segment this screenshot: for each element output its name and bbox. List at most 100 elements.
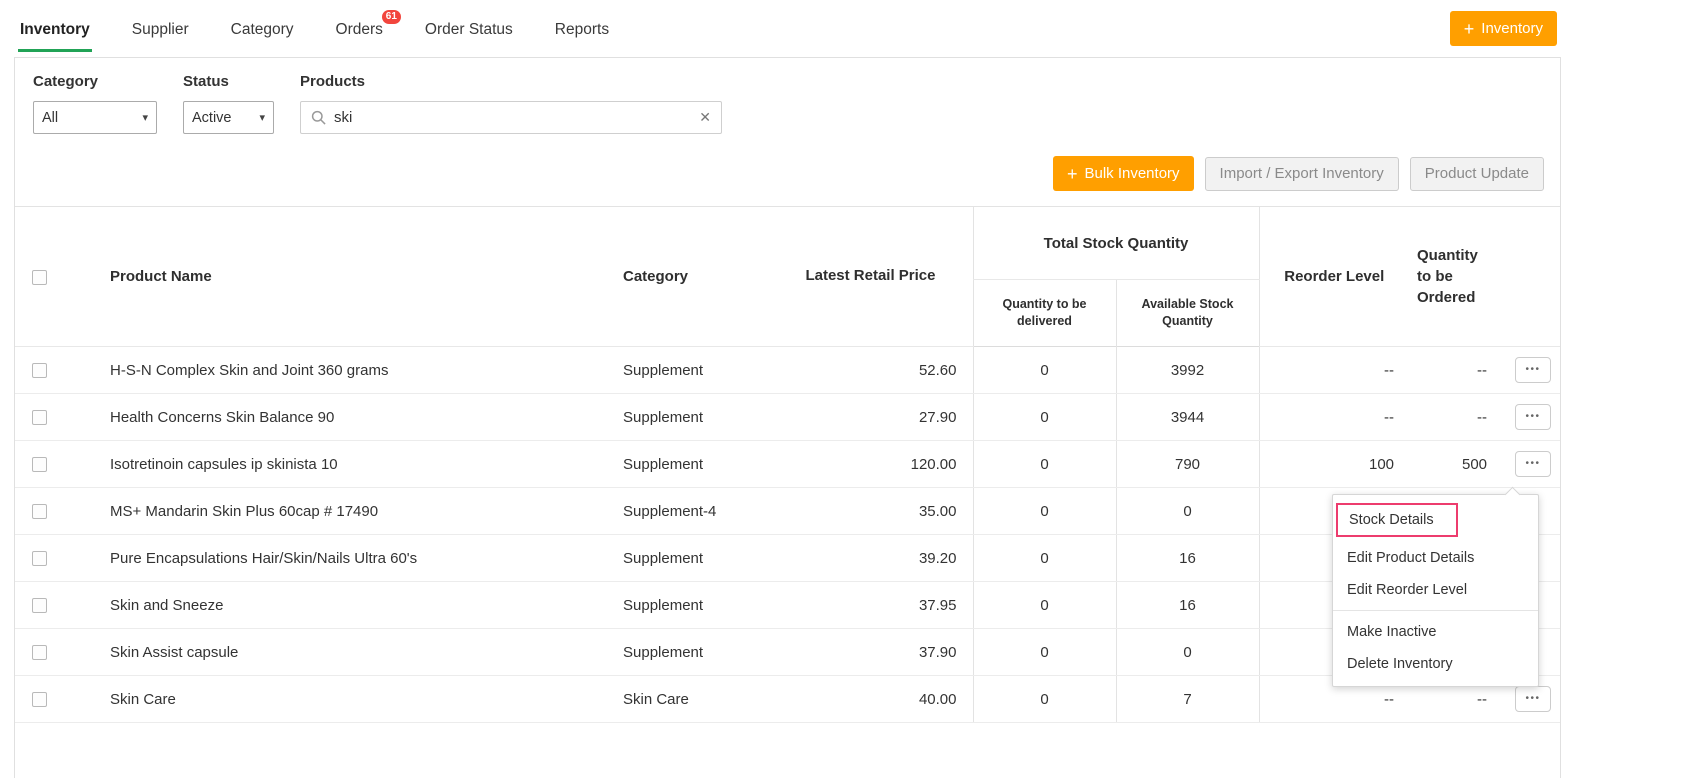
row-actions-button[interactable]: •••	[1515, 686, 1552, 712]
available-stock-cell: 3992	[1115, 346, 1260, 394]
product-update-button[interactable]: Product Update	[1409, 156, 1544, 191]
row-checkbox[interactable]	[31, 410, 47, 426]
tab-order-status[interactable]: Order Status	[423, 5, 515, 52]
select-all-checkbox[interactable]	[31, 269, 47, 285]
tab-label: Orders	[335, 21, 383, 38]
qty-ordered-cell: --	[1409, 393, 1507, 441]
table-row[interactable]: Skin Assist capsule Supplement 37.90 0 0	[15, 628, 1561, 676]
available-stock-cell: 0	[1115, 628, 1260, 676]
tab-orders[interactable]: Orders 61	[334, 5, 401, 52]
tab-reports[interactable]: Reports	[553, 5, 611, 52]
add-inventory-button[interactable]: + Inventory	[1449, 11, 1557, 46]
qty-delivered-cell: 0	[972, 440, 1116, 488]
row-checkbox[interactable]	[31, 457, 47, 473]
tab-label: Supplier	[131, 21, 189, 38]
product-name-cell: Skin Care	[63, 675, 615, 723]
table-row[interactable]: Skin and Sneeze Supplement 37.95 0 16	[15, 581, 1561, 629]
category-cell: Supplement-4	[615, 487, 785, 535]
price-cell: 37.90	[785, 628, 973, 676]
reorder-level-cell: --	[1258, 346, 1410, 394]
row-checkbox[interactable]	[31, 551, 47, 567]
price-cell: 120.00	[785, 440, 973, 488]
tab-supplier[interactable]: Supplier	[130, 5, 191, 52]
plus-icon: +	[1463, 18, 1475, 39]
status-filter-value: Active	[192, 109, 232, 126]
menu-item-make-inactive[interactable]: Make Inactive	[1333, 616, 1538, 648]
add-inventory-label: Inventory	[1481, 20, 1543, 37]
category-cell: Supplement	[615, 393, 785, 441]
row-checkbox[interactable]	[31, 598, 47, 614]
qty-delivered-cell: 0	[972, 487, 1116, 535]
available-stock-cell: 3944	[1115, 393, 1260, 441]
status-filter-label: Status	[183, 73, 229, 90]
table-row[interactable]: Skin Care Skin Care 40.00 0 7 -- -- •••	[15, 675, 1561, 723]
category-filter-select[interactable]: All ▾	[33, 101, 157, 134]
product-search-box: ✕	[300, 101, 722, 134]
table-toolbar: + Bulk Inventory Import / Export Invento…	[15, 150, 1560, 206]
row-actions-button[interactable]: •••	[1515, 357, 1552, 383]
product-name-cell: MS+ Mandarin Skin Plus 60cap # 17490	[63, 487, 615, 535]
tab-inventory[interactable]: Inventory	[18, 5, 92, 52]
column-header-total-stock-quantity: Total Stock Quantity	[972, 206, 1260, 280]
clear-search-icon[interactable]: ✕	[699, 109, 711, 126]
menu-item-edit-product-details[interactable]: Edit Product Details	[1333, 542, 1538, 574]
search-icon	[311, 110, 326, 125]
row-actions-menu: Stock Details Edit Product Details Edit …	[1332, 494, 1539, 687]
menu-item-stock-details[interactable]: Stock Details	[1333, 500, 1538, 542]
category-filter-label: Category	[33, 73, 99, 90]
qty-delivered-cell: 0	[972, 534, 1116, 582]
price-cell: 52.60	[785, 346, 973, 394]
qty-delivered-cell: 0	[972, 346, 1116, 394]
table-row[interactable]: Isotretinoin capsules ip skinista 10 Sup…	[15, 440, 1561, 488]
price-cell: 35.00	[785, 487, 973, 535]
plus-icon: +	[1066, 163, 1078, 184]
tab-category[interactable]: Category	[229, 5, 296, 52]
category-filter-value: All	[42, 109, 59, 126]
available-stock-cell: 790	[1115, 440, 1260, 488]
row-actions-button[interactable]: •••	[1515, 451, 1552, 477]
product-name-cell: H-S-N Complex Skin and Joint 360 grams	[63, 346, 615, 394]
category-cell: Skin Care	[615, 675, 785, 723]
row-checkbox[interactable]	[31, 504, 47, 520]
product-name-cell: Isotretinoin capsules ip skinista 10	[63, 440, 615, 488]
qty-delivered-cell: 0	[972, 675, 1116, 723]
column-header-actions	[1506, 206, 1561, 347]
column-header-latest-retail-price: Latest Retail Price	[785, 206, 973, 347]
menu-item-edit-reorder-level[interactable]: Edit Reorder Level	[1333, 574, 1538, 606]
price-cell: 37.95	[785, 581, 973, 629]
subheader-qty-to-be-delivered: Quantity to be delivered	[972, 279, 1116, 347]
row-checkbox[interactable]	[31, 645, 47, 661]
table-row[interactable]: H-S-N Complex Skin and Joint 360 grams S…	[15, 346, 1561, 394]
tab-label: Inventory	[20, 21, 90, 38]
table-row[interactable]: Health Concerns Skin Balance 90 Suppleme…	[15, 393, 1561, 441]
status-filter-select[interactable]: Active ▾	[183, 101, 274, 134]
category-cell: Supplement	[615, 534, 785, 582]
chevron-down-icon: ▾	[259, 112, 265, 124]
filter-bar: Category All ▾ Status Active ▾ Products …	[15, 58, 1560, 150]
product-search-input[interactable]	[334, 109, 692, 126]
available-stock-cell: 0	[1115, 487, 1260, 535]
table-row[interactable]: MS+ Mandarin Skin Plus 60cap # 17490 Sup…	[15, 487, 1561, 535]
row-checkbox[interactable]	[31, 692, 47, 708]
available-stock-cell: 16	[1115, 534, 1260, 582]
category-filter-group: Category All ▾	[33, 73, 157, 134]
import-export-button[interactable]: Import / Export Inventory	[1204, 156, 1399, 191]
subheader-available-stock-quantity: Available Stock Quantity	[1115, 279, 1260, 347]
tab-label: Reports	[554, 21, 610, 38]
table-row[interactable]: Pure Encapsulations Hair/Skin/Nails Ultr…	[15, 534, 1561, 582]
row-actions-button[interactable]: •••	[1515, 404, 1552, 430]
status-filter-group: Status Active ▾	[183, 73, 274, 134]
bulk-inventory-label: Bulk Inventory	[1084, 165, 1180, 182]
qty-ordered-cell: 500	[1409, 440, 1507, 488]
category-cell: Supplement	[615, 581, 785, 629]
products-filter-group: Products ✕	[300, 73, 722, 134]
orders-count-badge: 61	[381, 10, 401, 24]
bulk-inventory-button[interactable]: + Bulk Inventory	[1052, 156, 1194, 191]
category-cell: Supplement	[615, 440, 785, 488]
qty-delivered-cell: 0	[972, 581, 1116, 629]
product-name-cell: Pure Encapsulations Hair/Skin/Nails Ultr…	[63, 534, 615, 582]
available-stock-cell: 7	[1115, 675, 1260, 723]
product-name-cell: Skin and Sneeze	[63, 581, 615, 629]
row-checkbox[interactable]	[31, 363, 47, 379]
menu-item-delete-inventory[interactable]: Delete Inventory	[1333, 648, 1538, 680]
